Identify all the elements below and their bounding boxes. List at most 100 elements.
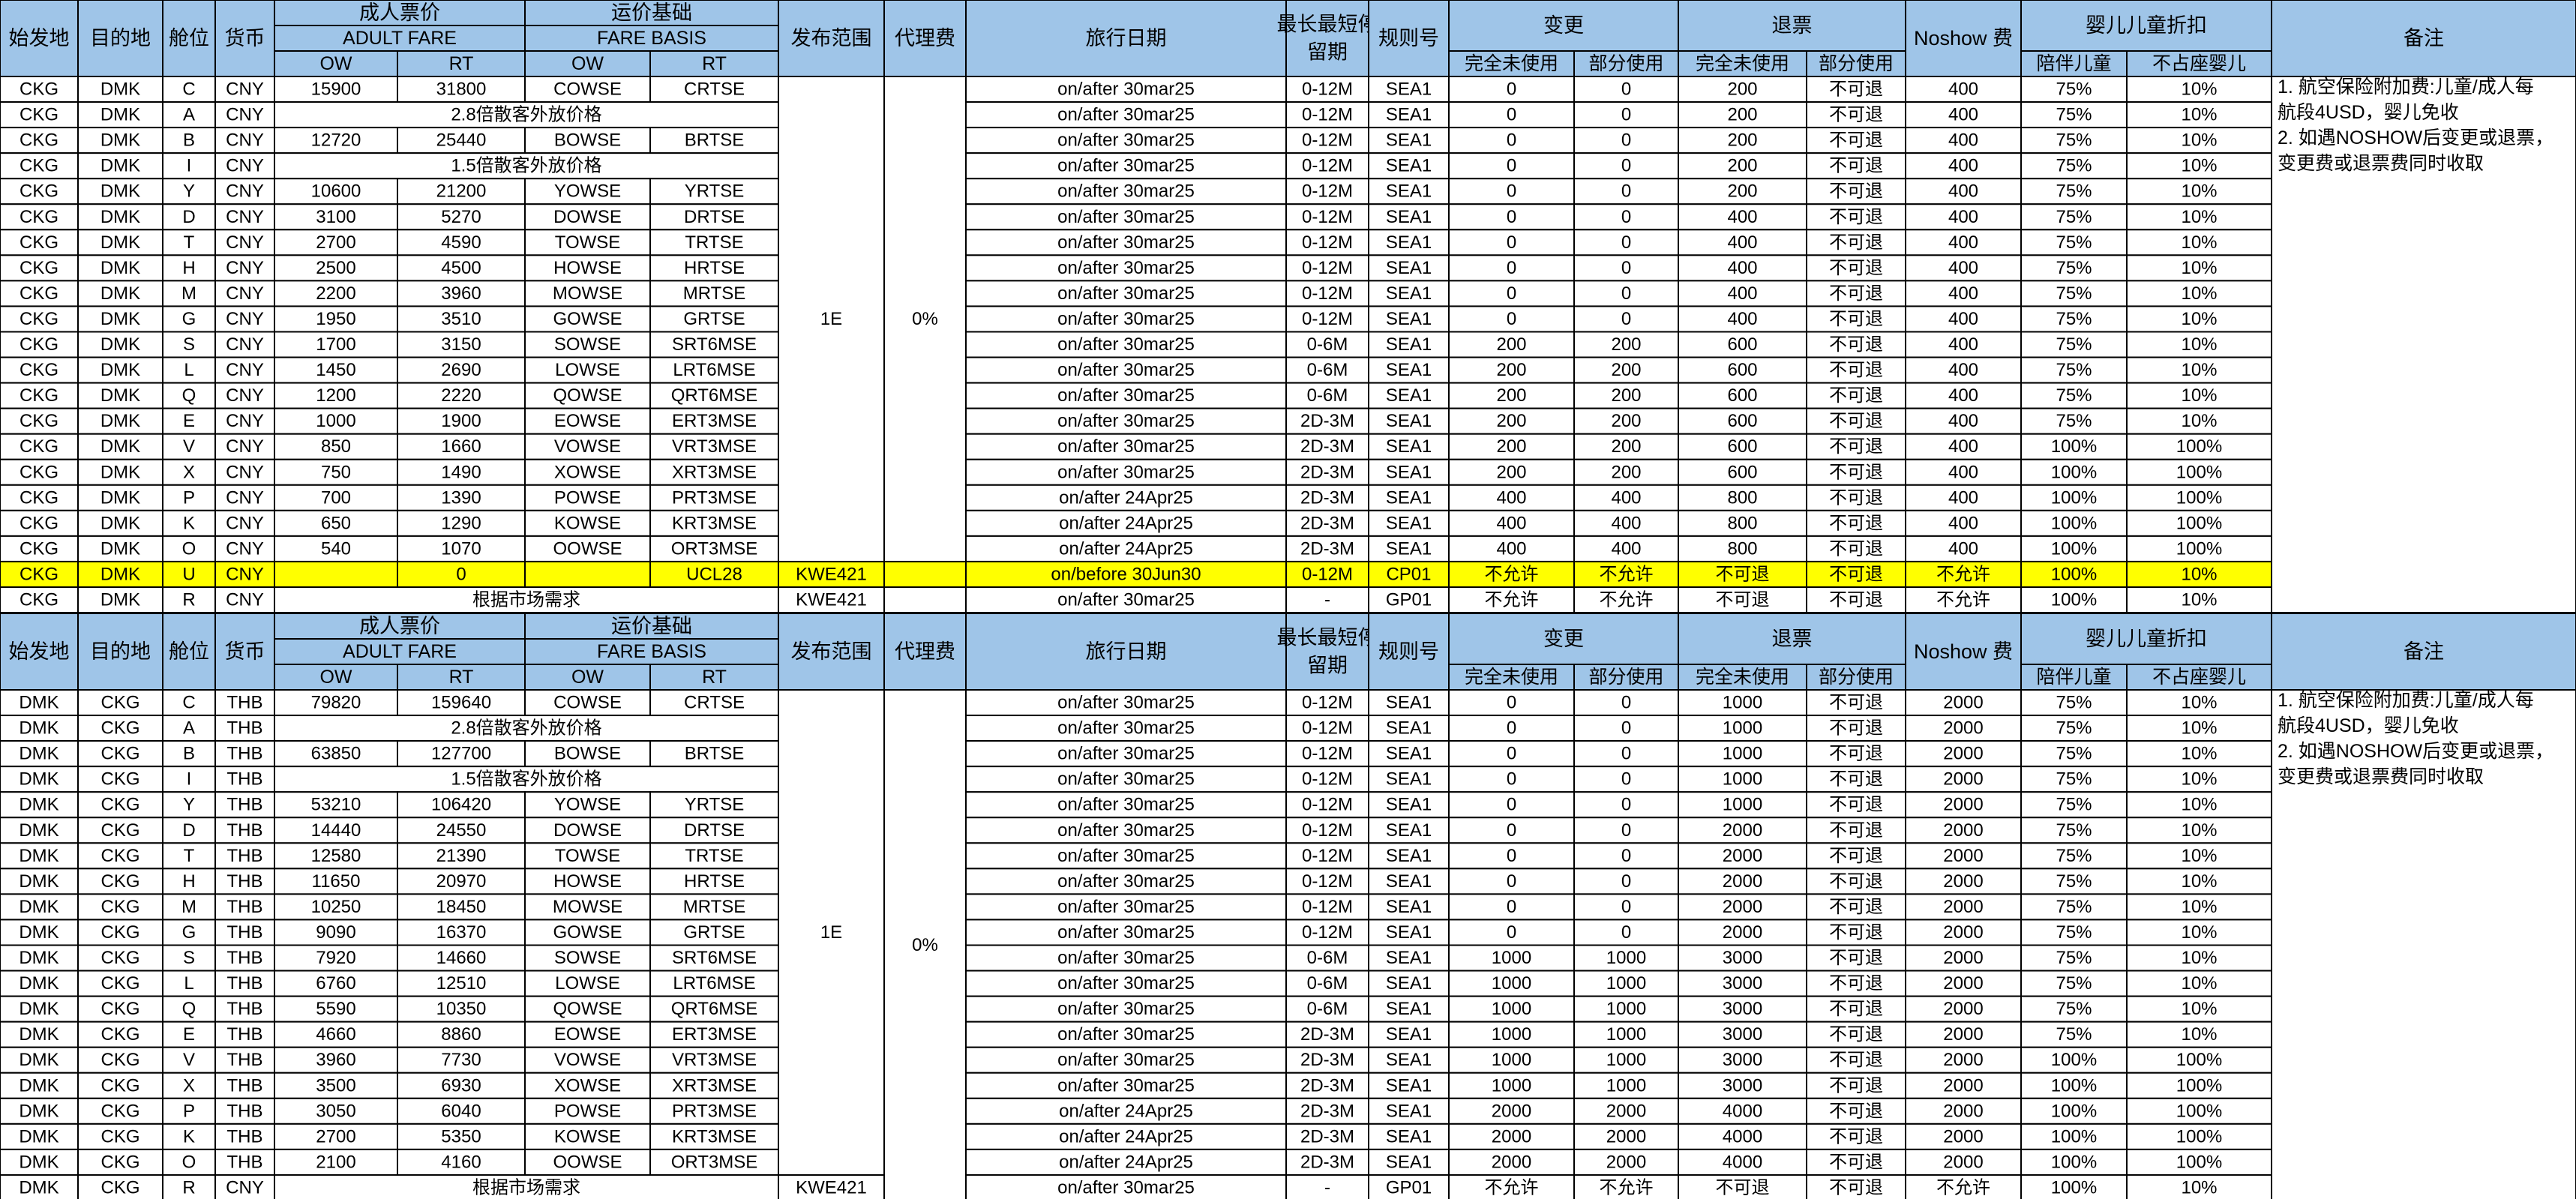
fare-ow: 53210 (311, 795, 361, 815)
rule-number: SEA1 (1386, 258, 1432, 278)
header-infant: 不占座婴儿 (2152, 667, 2246, 688)
stay-period: 2D-3M (1300, 462, 1354, 482)
change-partial: 400 (1611, 513, 1641, 533)
travel-date: on/after 30mar25 (1057, 718, 1195, 739)
stay-period: 2D-3M (1300, 1152, 1354, 1172)
fare-rt: 0 (456, 564, 466, 584)
fare-rt: 12510 (436, 973, 487, 994)
rule-number: SEA1 (1386, 232, 1432, 253)
destination: CKG (100, 1126, 139, 1147)
cabin-class: E (183, 411, 195, 431)
header-stay-1: 最长最短停 (1277, 13, 1378, 35)
child-discount: 75% (2056, 207, 2092, 227)
refund-partial: 不可退 (1829, 1024, 1883, 1045)
change-unused: 2000 (1492, 1101, 1531, 1121)
noshow-fee: 2000 (1943, 820, 1983, 841)
destination: CKG (100, 795, 139, 815)
rule-number: SEA1 (1386, 309, 1432, 329)
stay-period: 0-12M (1302, 79, 1353, 100)
rule-number: SEA1 (1386, 897, 1432, 917)
refund-unused: 800 (1727, 513, 1757, 533)
origin: CKG (19, 207, 58, 227)
change-unused: 200 (1496, 360, 1526, 380)
origin: CKG (19, 156, 58, 176)
refund-unused: 2000 (1723, 871, 1762, 892)
fare-rt: 10350 (436, 999, 487, 1019)
origin: DMK (19, 744, 58, 764)
currency: CNY (226, 156, 264, 176)
infant-discount: 10% (2181, 871, 2217, 892)
destination: DMK (100, 436, 140, 457)
currency: CNY (226, 105, 264, 125)
destination: CKG (100, 744, 139, 764)
header-remark: 备注 (2404, 27, 2444, 49)
child-discount: 75% (2056, 411, 2092, 431)
fare-basis-ow: EOWSE (554, 411, 621, 431)
cabin-class: B (183, 130, 195, 151)
travel-date: on/after 30mar25 (1057, 871, 1195, 892)
child-discount: 75% (2056, 232, 2092, 253)
change-unused: 0 (1507, 105, 1516, 125)
rule-number: SEA1 (1386, 487, 1432, 508)
header-cabin: 舱位 (169, 27, 209, 49)
origin: CKG (19, 564, 58, 584)
header-stay-cell (1285, 0, 1369, 77)
destination: DMK (100, 130, 140, 151)
rule-number: SEA1 (1386, 283, 1432, 304)
noshow-fee: 2000 (1943, 973, 1983, 994)
origin: CKG (19, 258, 58, 278)
publish-scope: KWE421 (796, 1177, 867, 1198)
fare-ow: 2700 (316, 1126, 355, 1147)
refund-unused: 200 (1727, 130, 1757, 151)
stay-period: 0-12M (1302, 232, 1353, 253)
refund-partial: 不可退 (1829, 385, 1883, 406)
change-partial: 200 (1611, 334, 1641, 355)
fare-rt: 7730 (441, 1050, 481, 1070)
infant-discount: 10% (2181, 181, 2217, 202)
cabin-class: K (183, 1126, 195, 1147)
currency: CNY (226, 385, 264, 406)
infant-discount: 100% (2176, 462, 2222, 482)
change-unused: 0 (1507, 718, 1516, 739)
origin: DMK (19, 1152, 58, 1172)
header-stay-2: 留期 (1307, 655, 1348, 677)
child-discount: 75% (2056, 385, 2092, 406)
refund-unused: 400 (1727, 232, 1757, 253)
noshow-fee: 400 (1948, 283, 1978, 304)
fare-rt: 159640 (431, 693, 491, 713)
noshow-fee: 2000 (1943, 718, 1983, 739)
stay-period: 0-12M (1302, 156, 1353, 176)
travel-date: on/after 30mar25 (1057, 820, 1195, 841)
fare-basis-ow: COWSE (553, 79, 622, 100)
stay-period: 0-12M (1302, 718, 1353, 739)
header-refund: 退票 (1772, 14, 1813, 37)
cabin-class: X (183, 462, 195, 482)
fare-basis-ow: HOWSE (553, 258, 622, 278)
destination: CKG (100, 718, 139, 739)
fare-rt: 3510 (441, 309, 481, 329)
child-discount: 100% (2051, 1126, 2097, 1147)
currency: THB (227, 693, 263, 713)
cabin-class: S (183, 948, 195, 968)
child-discount: 75% (2056, 1024, 2092, 1045)
cabin-class: Q (182, 999, 196, 1019)
refund-partial: 不可退 (1829, 181, 1883, 202)
fare-basis-rt: VRT3MSE (672, 1050, 757, 1070)
header-noshow: Noshow 费 (1914, 27, 2013, 49)
header-stay-1: 最长最短停 (1277, 626, 1378, 649)
noshow-fee: 400 (1948, 334, 1978, 355)
child-discount: 100% (2051, 1050, 2097, 1070)
noshow-fee: 400 (1948, 258, 1978, 278)
refund-unused: 600 (1727, 334, 1757, 355)
infant-discount: 10% (2181, 718, 2217, 739)
destination: DMK (100, 360, 140, 380)
currency: CNY (226, 513, 264, 533)
stay-period: 0-12M (1302, 897, 1353, 917)
refund-unused: 600 (1727, 436, 1757, 457)
refund-partial: 不可退 (1829, 411, 1883, 431)
change-unused: 0 (1507, 820, 1516, 841)
change-unused: 0 (1507, 769, 1516, 790)
travel-date: on/after 30mar25 (1057, 207, 1195, 227)
refund-partial: 不可退 (1829, 232, 1883, 253)
fare-basis-ow: KOWSE (554, 513, 621, 533)
